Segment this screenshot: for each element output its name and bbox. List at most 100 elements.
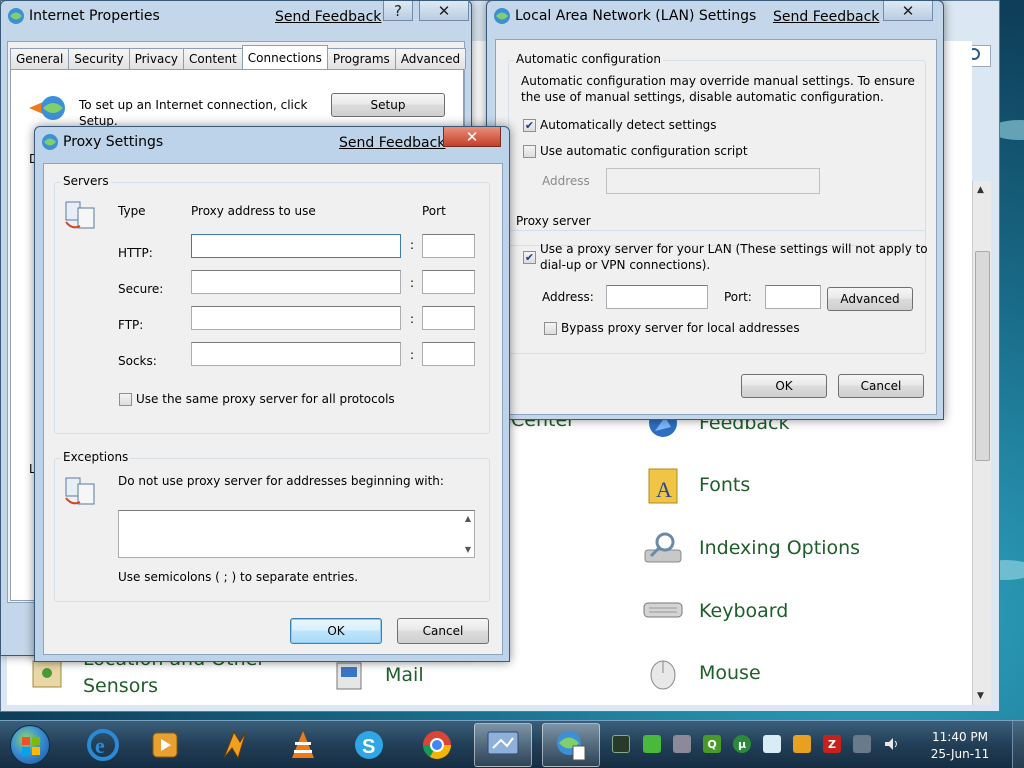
- exceptions-textarea[interactable]: ▲ ▼: [118, 510, 475, 558]
- bypass-local-label: Bypass proxy server for local addresses: [561, 321, 800, 335]
- lightning-icon[interactable]: [793, 735, 811, 753]
- scroll-down-arrow-icon[interactable]: ▼: [977, 691, 984, 701]
- proxy-address-field[interactable]: [606, 285, 708, 309]
- secure-proxy-address-field[interactable]: [191, 270, 401, 294]
- cp-item-label: Sensors: [83, 675, 159, 697]
- control-panel-icon[interactable]: [474, 723, 532, 767]
- cp-item-label: Fonts: [699, 474, 751, 496]
- tab-content[interactable]: Content: [183, 48, 243, 69]
- qbittorrent-icon[interactable]: Q: [703, 735, 721, 753]
- cp-item-mouse[interactable]: Mouse: [643, 653, 761, 693]
- clock-time: 11:40 PM: [932, 730, 988, 744]
- scrollbar-thumb[interactable]: [975, 251, 990, 461]
- socks-proxy-address-field[interactable]: [191, 342, 401, 366]
- tab-connections[interactable]: Connections: [241, 45, 328, 69]
- close-button[interactable]: ✕: [443, 127, 501, 147]
- window-title: Local Area Network (LAN) Settings: [515, 8, 757, 24]
- volume-icon[interactable]: [883, 735, 901, 753]
- auto-detect-checkbox[interactable]: ✔: [523, 119, 536, 132]
- http-proxy-address-field[interactable]: [191, 234, 401, 258]
- bypass-local-checkbox[interactable]: [544, 322, 557, 335]
- internet-explorer-icon[interactable]: e: [74, 723, 132, 767]
- cp-item-label: Indexing Options: [699, 537, 861, 559]
- colon-separator: :: [410, 312, 415, 326]
- blank-icon[interactable]: [763, 735, 781, 753]
- cancel-button[interactable]: Cancel: [397, 618, 489, 644]
- ftp-proxy-port-field[interactable]: [422, 306, 475, 330]
- tab-programs[interactable]: Programs: [326, 48, 396, 69]
- chrome-icon[interactable]: [408, 723, 466, 767]
- advanced-button[interactable]: Advanced: [827, 287, 913, 311]
- http-proxy-port-field[interactable]: [422, 234, 475, 258]
- send-feedback-link[interactable]: Send Feedback: [773, 9, 879, 25]
- ok-button[interactable]: OK: [741, 374, 827, 398]
- auto-script-checkbox[interactable]: [523, 145, 536, 158]
- svg-text:A: A: [656, 477, 672, 502]
- exceptions-icon: [65, 477, 95, 505]
- checkmark-icon[interactable]: [643, 735, 661, 753]
- auto-detect-label: Automatically detect settings: [540, 118, 717, 132]
- tab-privacy[interactable]: Privacy: [128, 48, 185, 69]
- clock-date: 25-Jun-11: [930, 747, 990, 761]
- auto-config-description: Automatic configuration may override man…: [521, 74, 915, 88]
- same-proxy-checkbox[interactable]: [119, 393, 132, 406]
- scroll-down-arrow-icon[interactable]: ▼: [465, 545, 471, 554]
- secure-proxy-port-field[interactable]: [422, 270, 475, 294]
- close-button[interactable]: ✕: [419, 1, 469, 21]
- cp-item-keyboard[interactable]: Keyboard: [643, 591, 788, 631]
- group-title: Proxy server: [514, 214, 593, 228]
- monitor-icon[interactable]: [612, 735, 630, 753]
- show-desktop-button[interactable]: [1012, 721, 1024, 768]
- vlc-icon[interactable]: [274, 723, 332, 767]
- tab-general[interactable]: General: [10, 48, 70, 69]
- winamp-icon[interactable]: [206, 723, 264, 767]
- socks-proxy-port-field[interactable]: [422, 342, 475, 366]
- cp-item-label: Mouse: [699, 662, 761, 684]
- internet-options-icon: [42, 134, 58, 150]
- http-label: HTTP:: [118, 246, 153, 260]
- skype-icon[interactable]: S: [340, 723, 398, 767]
- tab-advanced[interactable]: Advanced: [394, 48, 467, 69]
- utorrent-icon[interactable]: µ: [733, 735, 751, 753]
- tab-security[interactable]: Security: [68, 48, 130, 69]
- cp-item-indexing-options[interactable]: Indexing Options: [643, 528, 860, 568]
- ok-button[interactable]: OK: [290, 618, 382, 644]
- network-icon[interactable]: [853, 735, 871, 753]
- group-title: Servers: [61, 174, 111, 188]
- filezilla-icon[interactable]: Z: [823, 735, 841, 753]
- proxy-port-field[interactable]: [765, 285, 821, 309]
- scroll-up-arrow-icon[interactable]: ▲: [977, 185, 984, 195]
- ftp-proxy-address-field[interactable]: [191, 306, 401, 330]
- cancel-button[interactable]: Cancel: [838, 374, 924, 398]
- svg-text:S: S: [362, 736, 375, 758]
- tools-icon[interactable]: [673, 735, 691, 753]
- colon-separator: :: [410, 238, 415, 252]
- system-clock[interactable]: 11:40 PM 25-Jun-11: [918, 729, 1002, 763]
- send-feedback-link[interactable]: Send Feedback: [275, 9, 381, 25]
- tab-strip: General Security Privacy Content Connect…: [10, 45, 467, 69]
- help-button[interactable]: ?: [383, 1, 413, 21]
- internet-properties-titlebar[interactable]: Internet Properties Send Feedback ? ✕: [1, 1, 471, 31]
- use-proxy-label: Use a proxy server for your LAN (These s…: [540, 242, 928, 256]
- media-player-icon[interactable]: [136, 723, 194, 767]
- script-address-field[interactable]: [606, 168, 820, 194]
- start-button[interactable]: [10, 725, 50, 765]
- keyboard-icon: [643, 591, 683, 631]
- proxy-settings-titlebar[interactable]: Proxy Settings Send Feedback ✕: [35, 127, 509, 157]
- secure-label: Secure:: [118, 282, 164, 296]
- cp-item-fonts[interactable]: A Fonts: [643, 465, 750, 505]
- script-address-label: Address: [542, 174, 590, 188]
- control-panel-scrollbar[interactable]: ▲ ▼: [972, 181, 991, 705]
- group-title: Automatic configuration: [514, 52, 663, 66]
- ftp-label: FTP:: [118, 318, 144, 332]
- use-proxy-checkbox[interactable]: ✔: [523, 251, 536, 264]
- setup-button[interactable]: Setup: [331, 93, 445, 117]
- close-button[interactable]: ✕: [883, 1, 933, 21]
- scroll-up-arrow-icon[interactable]: ▲: [465, 514, 471, 523]
- send-feedback-link[interactable]: Send Feedback: [339, 135, 445, 151]
- socks-label: Socks:: [118, 354, 157, 368]
- internet-options-icon[interactable]: [542, 723, 600, 767]
- lan-settings-titlebar[interactable]: Local Area Network (LAN) Settings Send F…: [487, 1, 943, 31]
- lan-settings-window: Local Area Network (LAN) Settings Send F…: [486, 0, 944, 420]
- proxy-port-label: Port:: [724, 290, 752, 304]
